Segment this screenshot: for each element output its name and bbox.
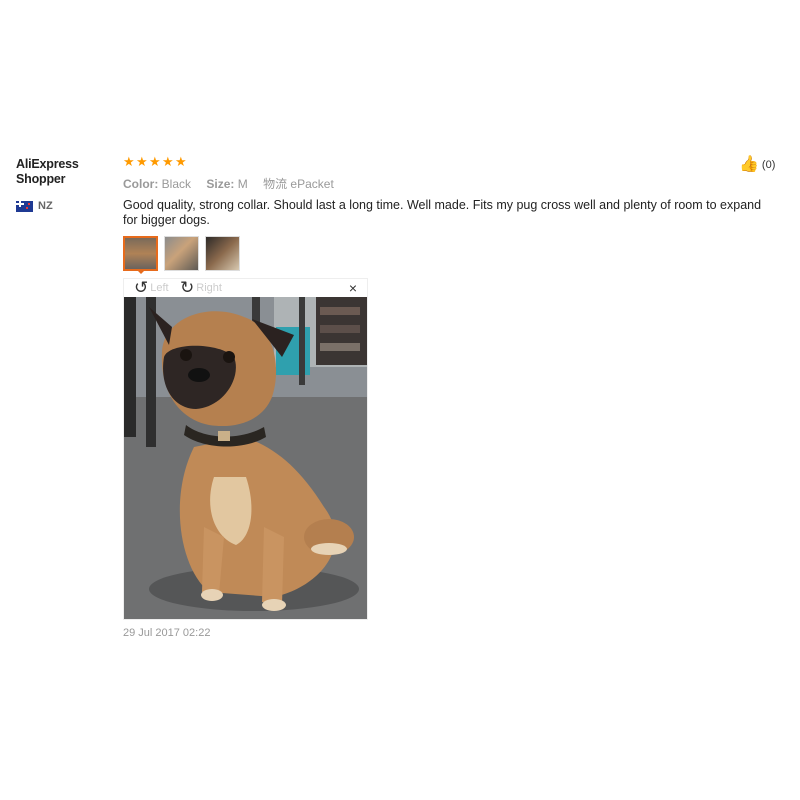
selected-thumbnail-pointer (136, 269, 146, 274)
photo-thumbnail[interactable] (123, 236, 158, 271)
review-photo (124, 297, 367, 619)
reviewer-country: NZ (16, 200, 116, 212)
rotate-left-icon: ↺ (134, 278, 149, 297)
review-date: 29 Jul 2017 02:22 (123, 627, 211, 639)
reviewer-name-line2: Shopper (16, 172, 66, 186)
reviewer-name: AliExpress Shopper (16, 157, 116, 187)
photo-viewer: ↺ Left ↻ Right × (123, 278, 368, 620)
country-code: NZ (38, 200, 53, 212)
thumbs-up-icon: 👍 (739, 156, 759, 173)
rating-stars: ★ ★ ★ ★ ★ (123, 154, 783, 170)
nz-flag-icon (16, 200, 33, 212)
review-item: AliExpress Shopper NZ ★ ★ ★ ★ ★ Color: B… (0, 0, 800, 800)
helpful-button[interactable]: 👍 (0) (739, 157, 775, 173)
review-content: ★ ★ ★ ★ ★ Color: Black Size: M 物流 ePacke… (123, 154, 783, 228)
star-icon: ★ (149, 154, 161, 169)
photo-thumbnails (123, 236, 240, 271)
rotate-right-icon: ↻ (180, 278, 195, 297)
size-value: M (237, 177, 248, 191)
review-text: Good quality, strong collar. Should last… (123, 198, 762, 227)
reviewer-name-line1: AliExpress (16, 157, 79, 171)
rotate-right-label: Right (196, 282, 222, 294)
color-value: Black (161, 177, 192, 191)
shipping-label: 物流 (263, 177, 288, 191)
star-icon: ★ (175, 154, 187, 169)
star-icon: ★ (162, 154, 174, 169)
star-icon: ★ (123, 154, 135, 169)
rotate-left-button[interactable]: ↺ Left (134, 278, 169, 297)
star-icon: ★ (136, 154, 148, 169)
order-attributes: Color: Black Size: M 物流 ePacket (123, 175, 783, 192)
helpful-count: (0) (761, 159, 776, 171)
rotate-left-label: Left (150, 282, 169, 294)
size-label: Size: (206, 177, 235, 191)
photo-thumbnail[interactable] (205, 236, 240, 271)
color-label: Color: (123, 177, 159, 191)
viewer-toolbar: ↺ Left ↻ Right × (124, 279, 367, 297)
rotate-right-button[interactable]: ↻ Right (180, 278, 222, 297)
close-icon[interactable]: × (349, 281, 357, 295)
photo-thumbnail[interactable] (164, 236, 199, 271)
reviewer-info: AliExpress Shopper NZ (16, 157, 116, 212)
shipping-value: ePacket (290, 177, 334, 191)
